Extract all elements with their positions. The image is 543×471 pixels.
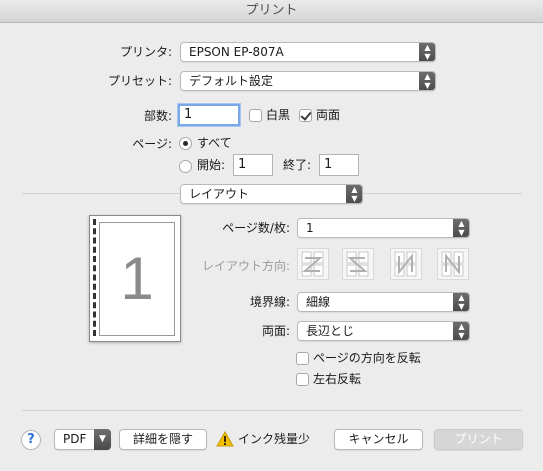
- duplex-checkbox-label: 両面: [316, 108, 341, 122]
- pages-from-field[interactable]: 1: [233, 154, 273, 176]
- direction-z-icon[interactable]: [297, 248, 329, 280]
- duplex-select[interactable]: 長辺とじ ▲ ▼: [297, 321, 470, 341]
- print-button[interactable]: プリント: [434, 429, 523, 450]
- border-label: 境界線:: [249, 295, 290, 309]
- pages-all-label: すべて: [197, 136, 232, 150]
- layout-direction-label: レイアウト方向:: [201, 259, 290, 273]
- hide-details-button[interactable]: 詳細を隠す: [119, 429, 207, 450]
- preset-label: プリセット:: [107, 74, 172, 88]
- printer-label: プリンタ:: [119, 45, 172, 59]
- help-button[interactable]: ?: [21, 430, 41, 450]
- warning-triangle-icon: [216, 430, 234, 447]
- updown-chevron-icon: ▲ ▼: [453, 322, 469, 340]
- pages-per-sheet-value: 1: [306, 221, 314, 235]
- updown-chevron-icon: ▲ ▼: [419, 72, 435, 90]
- direction-reverse-z-icon[interactable]: [342, 248, 374, 280]
- flip-horizontal-checkbox[interactable]: [296, 373, 309, 386]
- preset-select[interactable]: デフォルト設定 ▲ ▼: [180, 71, 436, 91]
- direction-n-icon[interactable]: [390, 248, 422, 280]
- updown-chevron-icon: ▲ ▼: [346, 185, 362, 203]
- pdf-button[interactable]: PDF ▼: [54, 429, 111, 450]
- reverse-orientation-label: ページの方向を反転: [313, 351, 421, 365]
- cancel-button[interactable]: キャンセル: [334, 429, 423, 450]
- preview-page-number: 1: [99, 222, 175, 336]
- pdf-label: PDF: [63, 432, 87, 446]
- border-value: 細線: [306, 295, 331, 309]
- bw-checkbox[interactable]: [249, 109, 262, 122]
- updown-chevron-icon: ▲ ▼: [419, 43, 435, 61]
- copies-field[interactable]: 1: [178, 104, 240, 126]
- pages-label: ページ:: [132, 137, 172, 151]
- pages-from-label: 開始:: [197, 158, 226, 172]
- pages-all-radio[interactable]: [179, 137, 192, 150]
- reverse-orientation-checkbox[interactable]: [296, 352, 309, 365]
- bw-label: 白黒: [266, 108, 291, 122]
- binding-edge: [93, 219, 97, 336]
- section-value: レイアウト: [189, 187, 250, 201]
- page-preview: 1: [89, 215, 181, 342]
- duplex-value: 長辺とじ: [306, 324, 355, 338]
- section-select[interactable]: レイアウト ▲ ▼: [180, 184, 363, 204]
- pages-per-sheet-label: ページ数/枚:: [222, 221, 290, 235]
- border-select[interactable]: 細線 ▲ ▼: [297, 292, 470, 312]
- copies-label: 部数:: [143, 109, 172, 123]
- pages-range-radio[interactable]: [179, 160, 192, 173]
- footer-separator: [22, 410, 522, 411]
- preset-value: デフォルト設定: [189, 74, 274, 88]
- ink-warning-text: インク残量少: [238, 432, 311, 446]
- pages-per-sheet-select[interactable]: 1 ▲ ▼: [297, 218, 470, 238]
- duplex-checkbox[interactable]: [299, 109, 312, 122]
- duplex-label: 両面:: [261, 324, 290, 338]
- flip-horizontal-label: 左右反転: [313, 372, 362, 386]
- printer-value: EPSON EP-807A: [189, 45, 284, 59]
- pages-to-label: 終了:: [283, 158, 312, 172]
- updown-chevron-icon: ▲ ▼: [453, 219, 469, 237]
- chevron-down-icon: ▼: [94, 429, 111, 450]
- window-title: プリント: [0, 0, 543, 23]
- updown-chevron-icon: ▲ ▼: [453, 293, 469, 311]
- printer-select[interactable]: EPSON EP-807A ▲ ▼: [180, 42, 436, 62]
- pages-to-field[interactable]: 1: [319, 154, 359, 176]
- direction-reverse-n-icon[interactable]: [437, 248, 469, 280]
